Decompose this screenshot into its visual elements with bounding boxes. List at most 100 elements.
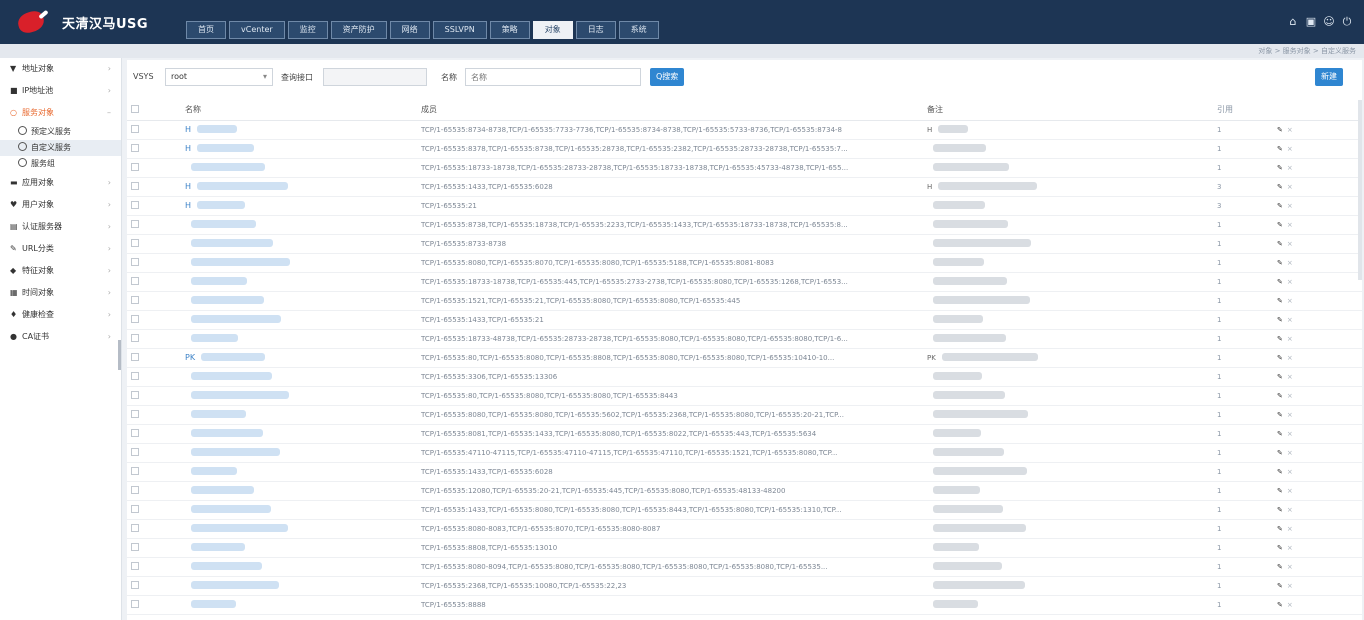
- row-checkbox[interactable]: [131, 163, 139, 171]
- edit-icon[interactable]: ✎: [1277, 601, 1283, 609]
- table-row[interactable]: TCP/1-65535:47110-47115,TCP/1-65535:4711…: [127, 443, 1362, 463]
- service-name-cell[interactable]: [181, 576, 417, 596]
- service-name-cell[interactable]: [181, 595, 417, 615]
- edit-icon[interactable]: ✎: [1277, 430, 1283, 438]
- sidebar-item-7[interactable]: ◆ 特征对象 ›: [0, 260, 121, 282]
- row-checkbox[interactable]: [131, 296, 139, 304]
- delete-icon[interactable]: ×: [1287, 335, 1293, 343]
- service-name-cell[interactable]: [181, 538, 417, 558]
- table-row[interactable]: H TCP/1-65535:1433,TCP/1-65535:6028 H 3 ✎ ×: [127, 177, 1362, 197]
- service-name-cell[interactable]: H: [181, 139, 417, 159]
- delete-icon[interactable]: ×: [1287, 126, 1293, 134]
- edit-icon[interactable]: ✎: [1277, 544, 1283, 552]
- save-icon[interactable]: ▣: [1304, 15, 1318, 29]
- delete-icon[interactable]: ×: [1287, 164, 1293, 172]
- nav-tab-5[interactable]: SSLVPN: [432, 21, 487, 39]
- service-name-cell[interactable]: [181, 272, 417, 292]
- service-name-cell[interactable]: [181, 424, 417, 444]
- sidebar-item-8[interactable]: ▦ 时间对象 ›: [0, 282, 121, 304]
- row-checkbox[interactable]: [131, 201, 139, 209]
- row-checkbox[interactable]: [131, 258, 139, 266]
- row-checkbox[interactable]: [131, 144, 139, 152]
- delete-icon[interactable]: ×: [1287, 240, 1293, 248]
- service-name-cell[interactable]: [181, 405, 417, 425]
- row-checkbox[interactable]: [131, 353, 139, 361]
- service-name-cell[interactable]: [181, 329, 417, 349]
- row-checkbox[interactable]: [131, 600, 139, 608]
- table-row[interactable]: PK TCP/1-65535:80,TCP/1-65535:8080,TCP/1-…: [127, 348, 1362, 368]
- delete-icon[interactable]: ×: [1287, 430, 1293, 438]
- nav-tab-2[interactable]: 监控: [287, 21, 328, 39]
- service-name-cell[interactable]: [181, 557, 417, 577]
- edit-icon[interactable]: ✎: [1277, 164, 1283, 172]
- edit-icon[interactable]: ✎: [1277, 145, 1283, 153]
- delete-icon[interactable]: ×: [1287, 468, 1293, 476]
- sidebar-item-3[interactable]: ▬ 应用对象 ›: [0, 172, 121, 194]
- edit-icon[interactable]: ✎: [1277, 392, 1283, 400]
- delete-icon[interactable]: ×: [1287, 392, 1293, 400]
- sidebar-subitem-2[interactable]: 服务组: [0, 156, 121, 172]
- logout-icon[interactable]: ⏻: [1340, 15, 1354, 29]
- table-row[interactable]: TCP/1-65535:80,TCP/1-65535:8080,TCP/1-65…: [127, 386, 1362, 406]
- edit-icon[interactable]: ✎: [1277, 468, 1283, 476]
- edit-icon[interactable]: ✎: [1277, 449, 1283, 457]
- service-name-cell[interactable]: PK: [181, 348, 417, 368]
- delete-icon[interactable]: ×: [1287, 278, 1293, 286]
- table-row[interactable]: TCP/1-65535:18733-18738,TCP/1-65535:2873…: [127, 158, 1362, 178]
- edit-icon[interactable]: ✎: [1277, 525, 1283, 533]
- sidebar-item-9[interactable]: ♦ 健康检查 ›: [0, 304, 121, 326]
- row-checkbox[interactable]: [131, 448, 139, 456]
- vsys-select[interactable]: root ▾: [165, 68, 273, 86]
- service-name-cell[interactable]: [181, 310, 417, 330]
- column-remark[interactable]: 备注: [923, 100, 1213, 121]
- edit-icon[interactable]: ✎: [1277, 411, 1283, 419]
- edit-icon[interactable]: ✎: [1277, 316, 1283, 324]
- delete-icon[interactable]: ×: [1287, 221, 1293, 229]
- edit-icon[interactable]: ✎: [1277, 582, 1283, 590]
- edit-icon[interactable]: ✎: [1277, 373, 1283, 381]
- select-all-checkbox[interactable]: [131, 105, 139, 114]
- delete-icon[interactable]: ×: [1287, 373, 1293, 381]
- service-name-cell[interactable]: H: [181, 196, 417, 216]
- interface-input[interactable]: [323, 68, 427, 86]
- name-search-input[interactable]: [465, 68, 641, 86]
- edit-icon[interactable]: ✎: [1277, 354, 1283, 362]
- new-button[interactable]: 新建: [1315, 68, 1343, 86]
- row-checkbox[interactable]: [131, 277, 139, 285]
- sidebar-subitem-0[interactable]: 预定义服务: [0, 124, 121, 140]
- sidebar-item-4[interactable]: ♥ 用户对象 ›: [0, 194, 121, 216]
- delete-icon[interactable]: ×: [1287, 202, 1293, 210]
- delete-icon[interactable]: ×: [1287, 525, 1293, 533]
- nav-tab-1[interactable]: vCenter: [229, 21, 285, 39]
- row-checkbox[interactable]: [131, 486, 139, 494]
- edit-icon[interactable]: ✎: [1277, 335, 1283, 343]
- table-row[interactable]: TCP/1-65535:8080-8094,TCP/1-65535:8080,T…: [127, 557, 1362, 577]
- nav-tab-8[interactable]: 日志: [575, 21, 616, 39]
- row-checkbox[interactable]: [131, 334, 139, 342]
- table-row[interactable]: H TCP/1-65535:21 3 ✎ ×: [127, 196, 1362, 216]
- row-checkbox[interactable]: [131, 562, 139, 570]
- sidebar-subitem-1[interactable]: 自定义服务: [0, 140, 121, 156]
- edit-icon[interactable]: ✎: [1277, 240, 1283, 248]
- table-row[interactable]: TCP/1-65535:18733-48738,TCP/1-65535:2873…: [127, 329, 1362, 349]
- table-row[interactable]: TCP/1-65535:8081,TCP/1-65535:1433,TCP/1-…: [127, 424, 1362, 444]
- delete-icon[interactable]: ×: [1287, 183, 1293, 191]
- edit-icon[interactable]: ✎: [1277, 278, 1283, 286]
- table-row[interactable]: TCP/1-65535:18733-18738,TCP/1-65535:445,…: [127, 272, 1362, 292]
- column-name[interactable]: 名称: [181, 100, 417, 121]
- table-row[interactable]: TCP/1-65535:12080,TCP/1-65535:20-21,TCP/…: [127, 481, 1362, 501]
- table-row[interactable]: TCP/1-65535:1433,TCP/1-65535:21 1 ✎ ×: [127, 310, 1362, 330]
- row-checkbox[interactable]: [131, 315, 139, 323]
- delete-icon[interactable]: ×: [1287, 582, 1293, 590]
- table-row[interactable]: TCP/1-65535:8738,TCP/1-65535:18738,TCP/1…: [127, 215, 1362, 235]
- service-name-cell[interactable]: [181, 500, 417, 520]
- edit-icon[interactable]: ✎: [1277, 221, 1283, 229]
- column-members[interactable]: 成员: [417, 100, 923, 121]
- row-checkbox[interactable]: [131, 239, 139, 247]
- sidebar-item-5[interactable]: ▤ 认证服务器 ›: [0, 216, 121, 238]
- table-row[interactable]: TCP/1-65535:8808,TCP/1-65535:13010 1 ✎ ×: [127, 538, 1362, 558]
- table-row[interactable]: H TCP/1-65535:8734-8738,TCP/1-65535:7733-…: [127, 120, 1362, 140]
- row-checkbox[interactable]: [131, 429, 139, 437]
- service-name-cell[interactable]: [181, 462, 417, 482]
- sidebar-item-6[interactable]: ✎ URL分类 ›: [0, 238, 121, 260]
